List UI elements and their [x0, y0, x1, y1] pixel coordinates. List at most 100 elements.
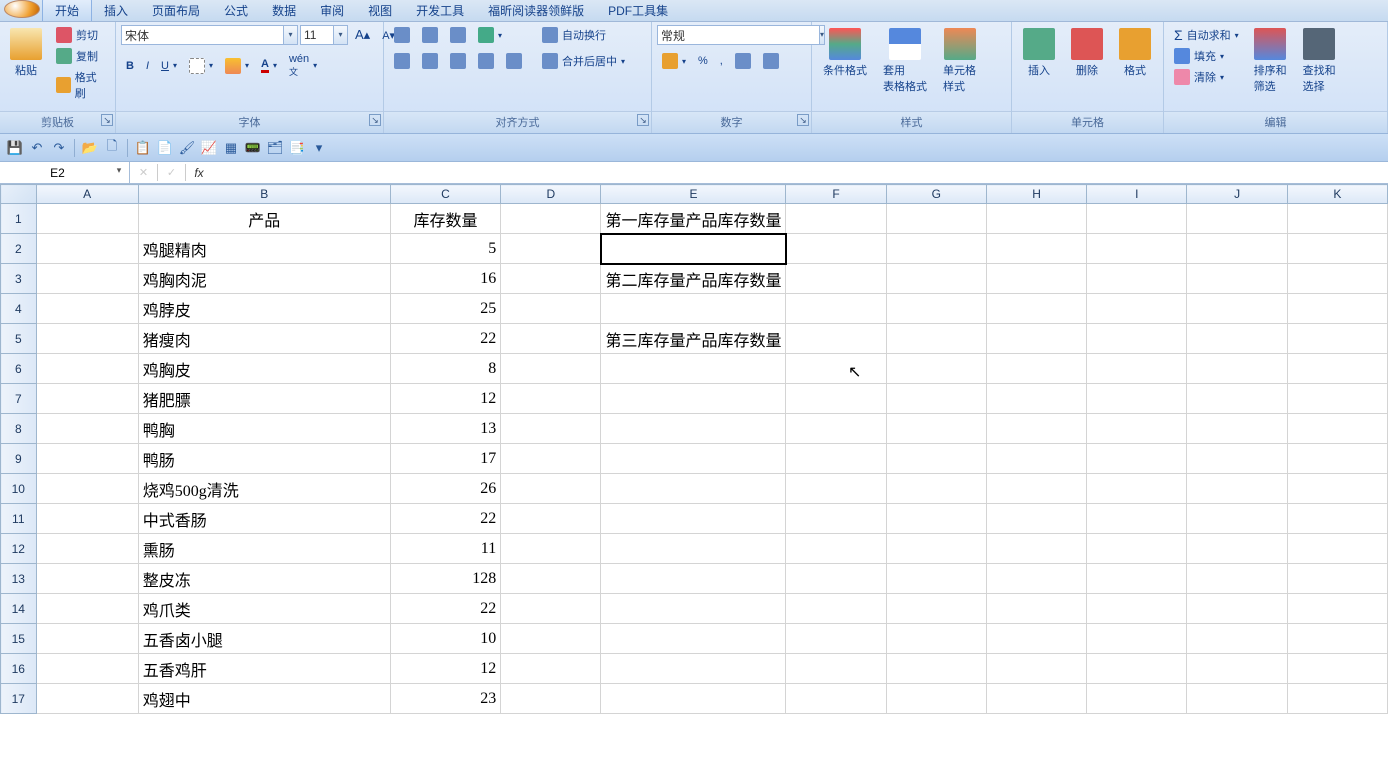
cell-E10[interactable]: [601, 474, 786, 504]
cell-J9[interactable]: [1187, 444, 1287, 474]
cell-J2[interactable]: [1187, 234, 1287, 264]
cell-D2[interactable]: [501, 234, 601, 264]
cell-H4[interactable]: [986, 294, 1086, 324]
cell-F7[interactable]: [786, 384, 886, 414]
cell-F5[interactable]: [786, 324, 886, 354]
cell-D14[interactable]: [501, 594, 601, 624]
cell-B7[interactable]: 猪肥膘: [138, 384, 390, 414]
cell-H8[interactable]: [986, 414, 1086, 444]
qat-misc1-button[interactable]: 🗂: [266, 139, 284, 157]
number-dialog-launcher[interactable]: ↘: [797, 114, 809, 126]
qat-more-button[interactable]: ▾: [310, 139, 328, 157]
cell-G16[interactable]: [886, 654, 986, 684]
cell-F6[interactable]: [786, 354, 886, 384]
cell-K8[interactable]: [1287, 414, 1387, 444]
clear-button[interactable]: 清除▾: [1169, 67, 1244, 87]
underline-button[interactable]: U▾: [156, 51, 182, 80]
cell-J12[interactable]: [1187, 534, 1287, 564]
conditional-format-button[interactable]: 条件格式: [817, 25, 873, 81]
cell-A12[interactable]: [36, 534, 138, 564]
office-button[interactable]: [4, 0, 40, 18]
redo-button[interactable]: ↷: [50, 139, 68, 157]
cell-B3[interactable]: 鸡胸肉泥: [138, 264, 390, 294]
cell-B8[interactable]: 鸭胸: [138, 414, 390, 444]
cell-F16[interactable]: [786, 654, 886, 684]
cell-I16[interactable]: [1087, 654, 1187, 684]
row-header-3[interactable]: 3: [1, 264, 37, 294]
number-format-selector[interactable]: [657, 25, 820, 45]
decrease-indent-button[interactable]: [473, 51, 499, 71]
cell-K15[interactable]: [1287, 624, 1387, 654]
cell-D4[interactable]: [501, 294, 601, 324]
fill-color-button[interactable]: ▾: [220, 51, 254, 80]
row-header-16[interactable]: 16: [1, 654, 37, 684]
font-name-selector[interactable]: [121, 25, 284, 45]
cell-D8[interactable]: [501, 414, 601, 444]
cell-E2[interactable]: [601, 234, 786, 264]
cell-G13[interactable]: [886, 564, 986, 594]
cell-C17[interactable]: 23: [390, 684, 501, 714]
cell-E11[interactable]: [601, 504, 786, 534]
cell-I9[interactable]: [1087, 444, 1187, 474]
insert-cells-button[interactable]: 插入: [1017, 25, 1061, 81]
cell-E12[interactable]: [601, 534, 786, 564]
cell-A15[interactable]: [36, 624, 138, 654]
align-bottom-button[interactable]: [445, 25, 471, 45]
cut-button[interactable]: 剪切: [51, 25, 110, 45]
align-middle-button[interactable]: [417, 25, 443, 45]
cell-K14[interactable]: [1287, 594, 1387, 624]
cell-G10[interactable]: [886, 474, 986, 504]
phonetic-button[interactable]: wén文▾: [284, 51, 322, 80]
cell-F10[interactable]: [786, 474, 886, 504]
cell-J11[interactable]: [1187, 504, 1287, 534]
cell-D6[interactable]: [501, 354, 601, 384]
tab-developer[interactable]: 开发工具: [404, 0, 476, 21]
format-cells-button[interactable]: 格式: [1113, 25, 1157, 81]
cell-C4[interactable]: 25: [390, 294, 501, 324]
cell-H10[interactable]: [986, 474, 1086, 504]
delete-cells-button[interactable]: 删除: [1065, 25, 1109, 81]
cell-C13[interactable]: 128: [390, 564, 501, 594]
tab-insert[interactable]: 插入: [92, 0, 140, 21]
cell-H2[interactable]: [986, 234, 1086, 264]
formula-input[interactable]: [212, 166, 1388, 180]
spreadsheet-grid[interactable]: ABCDEFGHIJK1产品库存数量第一库存量产品库存数量2鸡腿精肉53鸡胸肉泥…: [0, 184, 1388, 759]
cell-D9[interactable]: [501, 444, 601, 474]
cell-B16[interactable]: 五香鸡肝: [138, 654, 390, 684]
align-right-button[interactable]: [445, 51, 471, 71]
row-header-7[interactable]: 7: [1, 384, 37, 414]
cell-F3[interactable]: [786, 264, 886, 294]
cell-J16[interactable]: [1187, 654, 1287, 684]
row-header-5[interactable]: 5: [1, 324, 37, 354]
fill-button[interactable]: 填充▾: [1169, 46, 1244, 66]
tab-view[interactable]: 视图: [356, 0, 404, 21]
cell-I7[interactable]: [1087, 384, 1187, 414]
col-header-A[interactable]: A: [36, 185, 138, 204]
cell-C5[interactable]: 22: [390, 324, 501, 354]
cell-D13[interactable]: [501, 564, 601, 594]
cell-J10[interactable]: [1187, 474, 1287, 504]
cell-F2[interactable]: [786, 234, 886, 264]
cell-G6[interactable]: [886, 354, 986, 384]
cell-H12[interactable]: [986, 534, 1086, 564]
cell-E14[interactable]: [601, 594, 786, 624]
cell-D17[interactable]: [501, 684, 601, 714]
cell-G5[interactable]: [886, 324, 986, 354]
cell-E3[interactable]: 第二库存量产品库存数量: [601, 264, 786, 294]
cell-H9[interactable]: [986, 444, 1086, 474]
qat-insert-sheet-button[interactable]: 📄: [156, 139, 174, 157]
cell-G11[interactable]: [886, 504, 986, 534]
row-header-12[interactable]: 12: [1, 534, 37, 564]
cell-H7[interactable]: [986, 384, 1086, 414]
open-button[interactable]: 📂: [81, 139, 99, 157]
row-header-14[interactable]: 14: [1, 594, 37, 624]
qat-table-button[interactable]: ▦: [222, 139, 240, 157]
cell-K6[interactable]: [1287, 354, 1387, 384]
cell-F9[interactable]: [786, 444, 886, 474]
cell-J8[interactable]: [1187, 414, 1287, 444]
cell-F11[interactable]: [786, 504, 886, 534]
cell-J15[interactable]: [1187, 624, 1287, 654]
cell-A3[interactable]: [36, 264, 138, 294]
cell-D15[interactable]: [501, 624, 601, 654]
cell-G7[interactable]: [886, 384, 986, 414]
